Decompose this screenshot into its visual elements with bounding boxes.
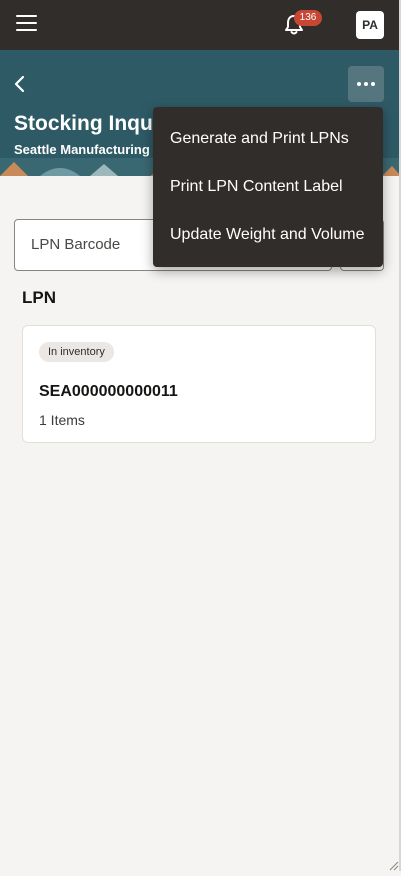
back-chevron-icon[interactable] [12, 74, 28, 94]
more-actions-button[interactable] [348, 66, 384, 102]
page-subtitle: Seattle Manufacturing [14, 142, 150, 157]
top-bar: 136 PA [0, 0, 401, 50]
lpn-card[interactable]: In inventory SEA000000000011 1 Items [22, 325, 376, 443]
menu-item-print-lpn-content-label[interactable]: Print LPN Content Label [153, 163, 383, 211]
lpn-item-count: 1 Items [39, 412, 85, 428]
notification-count-badge: 136 [294, 10, 322, 26]
status-badge: In inventory [39, 342, 114, 362]
menu-item-update-weight-volume[interactable]: Update Weight and Volume [153, 211, 383, 259]
resize-grip-icon[interactable] [387, 858, 399, 871]
menu-item-generate-print-lpns[interactable]: Generate and Print LPNs [153, 115, 383, 163]
lpn-number: SEA000000000011 [39, 383, 178, 400]
overflow-menu: Generate and Print LPNs Print LPN Conten… [153, 107, 383, 267]
user-avatar[interactable]: PA [356, 11, 384, 39]
section-title: LPN [22, 288, 56, 307]
ellipsis-icon [357, 82, 375, 86]
hamburger-menu-icon[interactable] [16, 15, 37, 33]
